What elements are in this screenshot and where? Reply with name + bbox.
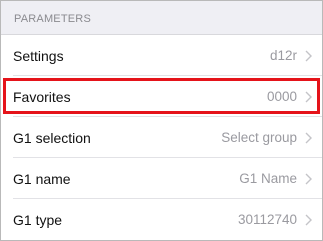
- section-title: PARAMETERS: [14, 12, 91, 25]
- row-value: d12r: [269, 48, 297, 63]
- row-label: G1 selection: [13, 129, 91, 146]
- row-value: G1 Name: [239, 171, 297, 186]
- chevron-right-icon: [304, 214, 312, 226]
- row-label: Favorites: [13, 88, 71, 105]
- row-value: 30112740: [237, 212, 297, 227]
- row-value: Select group: [221, 130, 297, 145]
- row-g1-type[interactable]: G1 type 30112740: [1, 199, 322, 240]
- row-g1-name[interactable]: G1 name G1 Name: [1, 158, 322, 199]
- chevron-right-icon: [304, 173, 312, 185]
- row-label: G1 type: [13, 211, 63, 228]
- chevron-right-icon: [304, 132, 312, 144]
- row-value: 0000: [266, 89, 297, 104]
- parameters-list: Settings d12r Favorites 0000 G1 selectio…: [1, 35, 322, 240]
- row-label: Settings: [13, 47, 64, 64]
- section-header: PARAMETERS: [1, 1, 322, 35]
- chevron-right-icon: [304, 91, 312, 103]
- parameters-panel: PARAMETERS Settings d12r Favorites 0000 …: [0, 0, 323, 241]
- row-label: G1 name: [13, 170, 71, 187]
- row-g1-selection[interactable]: G1 selection Select group: [1, 117, 322, 158]
- chevron-right-icon: [304, 50, 312, 62]
- row-settings[interactable]: Settings d12r: [1, 35, 322, 76]
- row-favorites[interactable]: Favorites 0000: [1, 76, 322, 117]
